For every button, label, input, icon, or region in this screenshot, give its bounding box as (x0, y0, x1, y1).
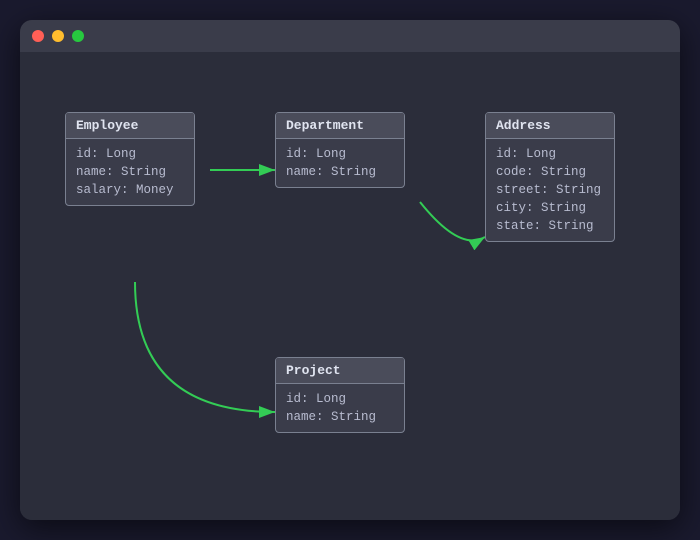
arrow-employee-project (135, 282, 275, 412)
entity-address-field-2: street: String (496, 181, 604, 199)
titlebar (20, 20, 680, 52)
minimize-button[interactable] (52, 30, 64, 42)
entity-department-field-0: id: Long (286, 145, 394, 163)
entity-address-header: Address (486, 113, 614, 139)
entity-address-field-1: code: String (496, 163, 604, 181)
entity-employee-field-2: salary: Money (76, 181, 184, 199)
arrow-department-address (420, 202, 485, 240)
entity-project-fields: id: Long name: String (276, 384, 404, 432)
entity-employee-field-1: name: String (76, 163, 184, 181)
entity-address-field-3: city: String (496, 199, 604, 217)
entity-employee-fields: id: Long name: String salary: Money (66, 139, 194, 205)
entity-employee-field-0: id: Long (76, 145, 184, 163)
maximize-button[interactable] (72, 30, 84, 42)
entity-address-field-4: state: String (496, 217, 604, 235)
entity-address: Address id: Long code: String street: St… (485, 112, 615, 242)
entity-employee: Employee id: Long name: String salary: M… (65, 112, 195, 206)
entity-department: Department id: Long name: String (275, 112, 405, 188)
entity-project-header: Project (276, 358, 404, 384)
application-window: Employee id: Long name: String salary: M… (20, 20, 680, 520)
entity-employee-header: Employee (66, 113, 194, 139)
entity-project-field-1: name: String (286, 408, 394, 426)
entity-address-title: Address (496, 118, 551, 133)
entity-project-title: Project (286, 363, 341, 378)
entity-employee-title: Employee (76, 118, 138, 133)
entity-address-field-0: id: Long (496, 145, 604, 163)
close-button[interactable] (32, 30, 44, 42)
entity-department-fields: id: Long name: String (276, 139, 404, 187)
diagram-canvas: Employee id: Long name: String salary: M… (20, 52, 680, 520)
entity-project: Project id: Long name: String (275, 357, 405, 433)
entity-department-title: Department (286, 118, 364, 133)
entity-project-field-0: id: Long (286, 390, 394, 408)
entity-department-field-1: name: String (286, 163, 394, 181)
entity-department-header: Department (276, 113, 404, 139)
entity-address-fields: id: Long code: String street: String cit… (486, 139, 614, 241)
